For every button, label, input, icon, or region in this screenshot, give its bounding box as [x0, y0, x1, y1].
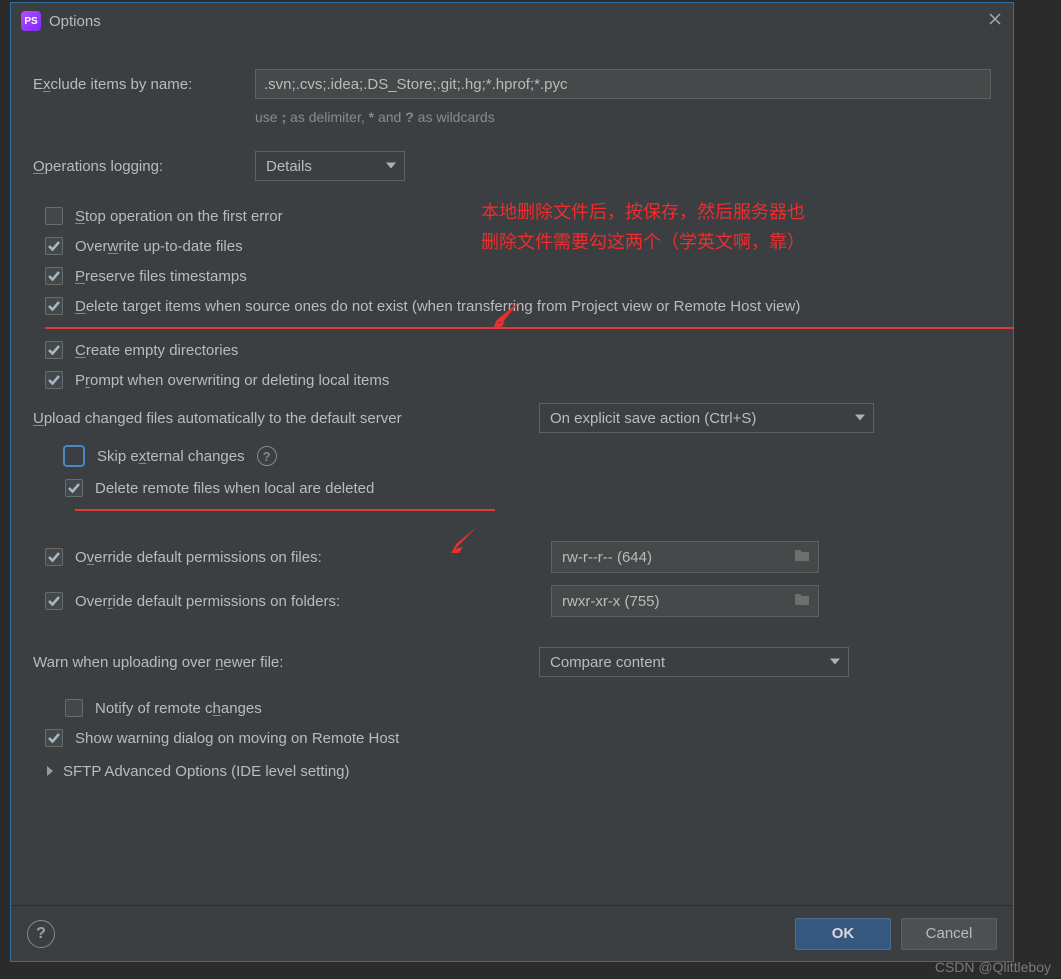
checkbox-delete-target[interactable]: Delete target items when source ones do …	[45, 297, 991, 315]
sftp-advanced-expander[interactable]: SFTP Advanced Options (IDE level setting…	[45, 763, 991, 780]
folder-icon[interactable]	[794, 548, 810, 566]
ok-button[interactable]: OK	[795, 918, 891, 950]
underline-1	[45, 327, 1013, 329]
checkbox-notify[interactable]: Notify of remote changes	[65, 699, 991, 717]
sftp-advanced-label: SFTP Advanced Options (IDE level setting…	[63, 763, 350, 780]
upload-row: Upload changed files automatically to th…	[33, 403, 991, 433]
checkbox-delete-remote[interactable]: Delete remote files when local are delet…	[65, 479, 991, 497]
perm-folders-input[interactable]: rwxr-xr-x (755)	[551, 585, 819, 617]
dialog-content: Exclude items by name: use ; as delimite…	[11, 39, 1013, 905]
checkbox-icon[interactable]	[63, 445, 85, 467]
checkbox-icon[interactable]	[45, 237, 63, 255]
cancel-button[interactable]: Cancel	[901, 918, 997, 950]
phpstorm-icon: PS	[21, 11, 41, 31]
checkbox-create-dir[interactable]: Create empty directories	[45, 341, 991, 359]
exclude-hint: use ; as delimiter, * and ? as wildcards	[255, 109, 991, 125]
folder-icon[interactable]	[794, 592, 810, 610]
dialog-footer: ? OK Cancel	[11, 905, 1013, 961]
underline-2	[75, 509, 495, 511]
checkbox-icon[interactable]	[65, 479, 83, 497]
warn-label: Warn when uploading over newer file:	[33, 654, 539, 671]
oplog-value: Details	[266, 158, 312, 175]
options-dialog: PS Options Exclude items by name: use ; …	[10, 2, 1014, 962]
warn-row: Warn when uploading over newer file: Com…	[33, 647, 991, 677]
checkbox-icon[interactable]	[45, 548, 63, 566]
checkbox-icon[interactable]	[45, 729, 63, 747]
chevron-right-icon	[45, 763, 55, 780]
show-warning-label: Show warning dialog on moving on Remote …	[75, 730, 399, 747]
checkbox-icon[interactable]	[45, 297, 63, 315]
checkbox-icon[interactable]	[45, 267, 63, 285]
exclude-label: Exclude items by name:	[33, 76, 255, 93]
checkbox-icon[interactable]	[45, 592, 63, 610]
help-button[interactable]: ?	[27, 920, 55, 948]
checkbox-overwrite[interactable]: Overwrite up-to-date files	[45, 237, 991, 255]
perm-files-input[interactable]: rw-r--r-- (644)	[551, 541, 819, 573]
chevron-down-icon	[830, 654, 840, 671]
oplog-label: Operations logging:	[33, 158, 255, 175]
checkbox-prompt[interactable]: Prompt when overwriting or deleting loca…	[45, 371, 991, 389]
override-folders-label: Override default permissions on folders:	[75, 593, 340, 610]
checkbox-stop[interactable]: Stop operation on the first error	[45, 207, 991, 225]
chevron-down-icon	[855, 410, 865, 427]
checkbox-preserve[interactable]: Preserve files timestamps	[45, 267, 991, 285]
oplog-select[interactable]: Details	[255, 151, 405, 181]
upload-select[interactable]: On explicit save action (Ctrl+S)	[539, 403, 874, 433]
exclude-row: Exclude items by name:	[33, 69, 991, 99]
override-folders-row: Override default permissions on folders:…	[45, 585, 991, 617]
titlebar: PS Options	[11, 3, 1013, 39]
checkbox-icon[interactable]	[45, 341, 63, 359]
checkbox-icon[interactable]	[45, 207, 63, 225]
chevron-down-icon	[386, 158, 396, 175]
window-title: Options	[49, 13, 979, 30]
upload-label: Upload changed files automatically to th…	[33, 410, 539, 427]
override-files-row: Override default permissions on files: r…	[45, 541, 991, 573]
oplog-row: Operations logging: Details	[33, 151, 991, 181]
checkbox-skip-external[interactable]: Skip external changes ?	[65, 445, 991, 467]
checkbox-show-warning[interactable]: Show warning dialog on moving on Remote …	[45, 729, 991, 747]
override-files-label: Override default permissions on files:	[75, 549, 322, 566]
help-icon[interactable]: ?	[257, 446, 277, 466]
exclude-input[interactable]	[255, 69, 991, 99]
warn-value: Compare content	[550, 654, 665, 671]
checkbox-icon[interactable]	[45, 371, 63, 389]
upload-value: On explicit save action (Ctrl+S)	[550, 410, 756, 427]
checkbox-icon[interactable]	[65, 699, 83, 717]
delete-remote-label: Delete remote files when local are delet…	[95, 480, 374, 497]
close-icon[interactable]	[987, 11, 1003, 31]
warn-select[interactable]: Compare content	[539, 647, 849, 677]
